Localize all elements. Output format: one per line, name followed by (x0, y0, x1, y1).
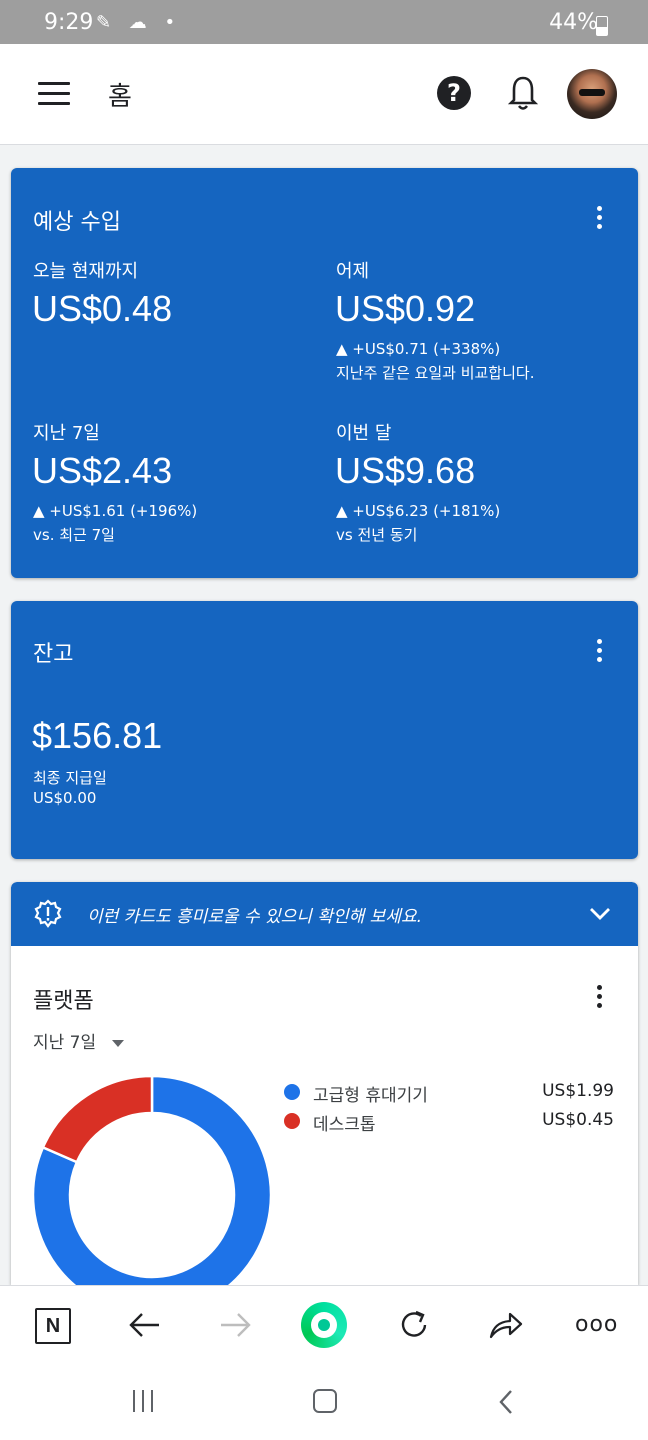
back-nav-icon[interactable] (498, 1389, 514, 1415)
period-dropdown[interactable]: 지난 7일 (33, 1028, 124, 1053)
today-label: 오늘 현재까지 (33, 261, 139, 282)
last7-value: US$2.43 (32, 450, 173, 491)
home-ring-icon[interactable] (301, 1302, 347, 1348)
recent-apps-icon[interactable] (133, 1390, 155, 1412)
avatar[interactable] (567, 69, 617, 119)
n-icon[interactable]: N (35, 1308, 71, 1344)
back-arrow-icon[interactable] (128, 1310, 162, 1340)
last-payment-value: US$0.00 (33, 789, 97, 807)
yesterday-compare: 지난주 같은 요일과 비교합니다. (336, 364, 535, 382)
browser-toolbar: N ooo (0, 1285, 648, 1371)
app-bar: 홈 ? (0, 44, 648, 145)
alert-badge-icon (34, 899, 62, 928)
platform-card: 이런 카드도 흥미로울 수 있으니 확인해 보세요. 플랫폼 지난 7일 고급형… (11, 882, 638, 1285)
forward-arrow-icon[interactable] (218, 1310, 252, 1340)
battery-icon (596, 16, 608, 36)
month-compare: vs 전년 동기 (336, 526, 418, 544)
platform-donut-chart (31, 1074, 273, 1285)
estimated-earnings-card: 예상 수입 오늘 현재까지 US$0.48 어제 US$0.92 ▲ +US$0… (11, 168, 638, 578)
yesterday-delta: ▲ +US$0.71 (+338%) (336, 340, 501, 358)
menu-icon[interactable] (38, 82, 70, 106)
home-button-icon[interactable] (313, 1389, 337, 1413)
today-value: US$0.48 (32, 288, 173, 329)
more-options-icon[interactable] (597, 639, 603, 663)
card-title: 잔고 (33, 642, 74, 667)
more-menu-icon[interactable]: ooo (575, 1312, 618, 1337)
period-selected: 지난 7일 (33, 1033, 97, 1053)
balance-value: $156.81 (32, 715, 163, 756)
suggestion-banner[interactable]: 이런 카드도 흥미로울 수 있으니 확인해 보세요. (11, 882, 638, 946)
chevron-down-icon[interactable] (589, 906, 611, 922)
yesterday-value: US$0.92 (335, 288, 476, 329)
more-options-icon[interactable] (597, 206, 603, 230)
bell-icon[interactable] (508, 74, 538, 112)
notification-icons: ✎ ☁ • (96, 12, 182, 33)
platform-title: 플랫폼 (33, 989, 94, 1014)
legend-label: 데스크톱 (313, 1115, 376, 1135)
page-title: 홈 (108, 82, 132, 112)
legend-value: US$1.99 (542, 1081, 614, 1101)
legend-dot-desktop (284, 1113, 300, 1129)
refresh-icon[interactable] (397, 1308, 431, 1342)
last7-label: 지난 7일 (33, 423, 100, 444)
last-payment-label: 최종 지급일 (33, 769, 107, 787)
last7-delta: ▲ +US$1.61 (+196%) (33, 502, 198, 520)
system-navigation-bar (0, 1370, 648, 1440)
yesterday-label: 어제 (336, 261, 370, 282)
balance-card: 잔고 $156.81 최종 지급일 US$0.00 (11, 601, 638, 859)
legend-dot-mobile (284, 1084, 300, 1100)
last7-compare: vs. 최근 7일 (33, 526, 115, 544)
more-options-icon[interactable] (597, 985, 603, 1009)
legend-value: US$0.45 (542, 1110, 614, 1130)
card-title: 예상 수입 (33, 210, 121, 235)
donut-slice-1 (41, 1074, 154, 1164)
month-label: 이번 달 (336, 423, 392, 444)
legend-label: 고급형 휴대기기 (313, 1086, 428, 1106)
share-icon[interactable] (488, 1310, 524, 1340)
month-delta: ▲ +US$6.23 (+181%) (336, 502, 501, 520)
suggestion-text: 이런 카드도 흥미로울 수 있으니 확인해 보세요. (87, 907, 422, 927)
status-bar: 9:29 ✎ ☁ • 44% (0, 0, 648, 44)
status-time: 9:29 (44, 10, 94, 35)
help-icon[interactable]: ? (437, 76, 471, 110)
month-value: US$9.68 (335, 450, 476, 491)
dropdown-arrow-icon (111, 1039, 124, 1047)
battery-percentage: 44% (549, 10, 598, 35)
